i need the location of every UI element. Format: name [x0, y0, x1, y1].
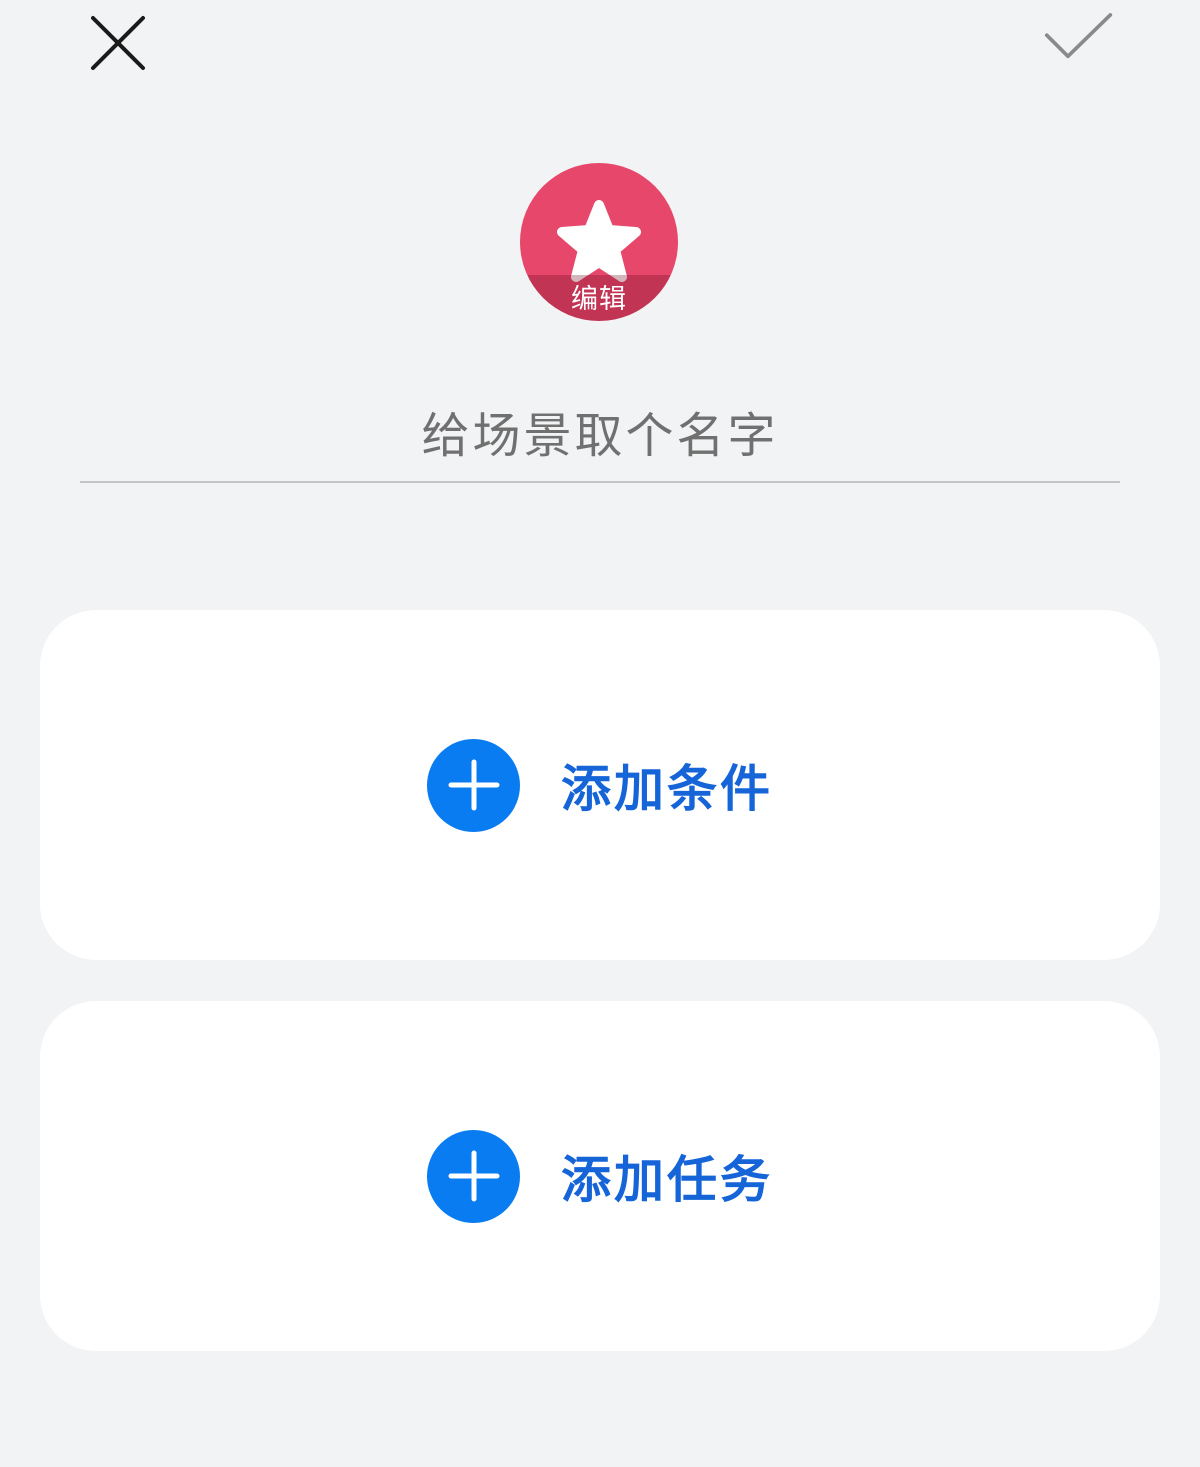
scene-name-input[interactable]: 给场景取个名字 — [80, 380, 1120, 483]
add-condition-button[interactable]: 添加条件 — [40, 610, 1160, 960]
close-icon — [91, 16, 145, 70]
plus-icon — [448, 1150, 499, 1202]
add-condition-plus-circle — [427, 738, 520, 832]
confirm-button[interactable] — [1044, 2, 1114, 72]
add-task-button[interactable]: 添加任务 — [40, 1001, 1160, 1351]
add-task-plus-circle — [427, 1129, 520, 1223]
add-condition-label: 添加条件 — [561, 760, 773, 818]
plus-icon — [448, 759, 499, 811]
edit-label: 编辑 — [571, 284, 627, 315]
close-button[interactable] — [83, 8, 153, 78]
scene-name-placeholder: 给场景取个名字 — [421, 407, 779, 464]
checkmark-icon — [1044, 13, 1113, 59]
add-task-label: 添加任务 — [561, 1151, 773, 1209]
scene-icon-button[interactable]: 编辑 — [520, 163, 678, 321]
star-icon — [557, 200, 641, 282]
